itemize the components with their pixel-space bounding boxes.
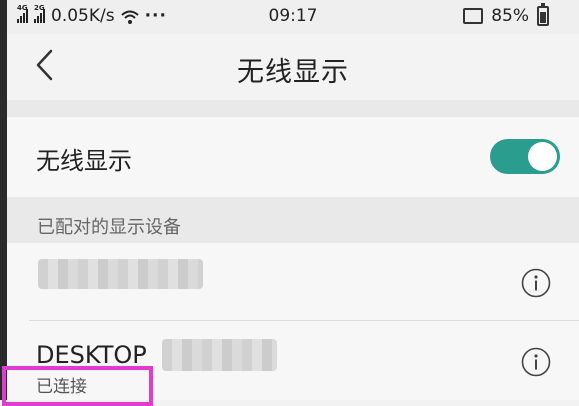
info-icon[interactable] <box>521 268 551 298</box>
page-title: 无线显示 <box>237 57 349 88</box>
highlight-box <box>2 366 153 406</box>
status-bar: 4G 2G 0.05K/s ··· 09:17 85% <box>7 0 579 34</box>
section-divider <box>7 100 579 117</box>
app-header: 无线显示 <box>7 34 579 100</box>
wireless-display-switch[interactable] <box>490 139 560 174</box>
device-name: DESKTOP <box>36 341 147 369</box>
battery-percent: 85% <box>491 6 529 26</box>
wireless-display-toggle-row[interactable]: 无线显示 <box>7 117 579 197</box>
section-title: 已配对的显示设备 <box>37 217 181 238</box>
status-right: 85% <box>463 3 549 26</box>
info-icon[interactable] <box>521 347 551 377</box>
toggle-label: 无线显示 <box>36 147 132 175</box>
obscured-device-name <box>38 259 203 289</box>
switch-knob <box>528 142 557 171</box>
paired-devices-header: 已配对的显示设备 <box>7 197 579 243</box>
cast-icon <box>463 8 484 24</box>
battery-icon <box>537 3 549 26</box>
screen-edge <box>0 0 7 400</box>
obscured-device-name <box>162 339 277 371</box>
paired-device-row[interactable] <box>7 243 579 321</box>
